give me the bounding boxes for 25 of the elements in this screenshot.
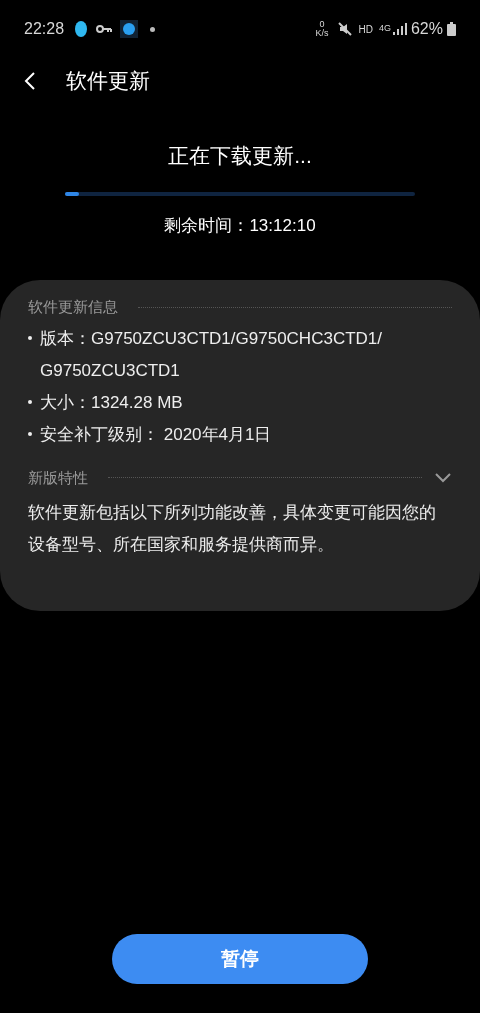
page-title: 软件更新	[66, 68, 150, 95]
info-item: 安全补丁级别： 2020年4月1日	[40, 423, 272, 446]
battery-icon	[447, 22, 456, 36]
network-speed: 0 K/s	[315, 20, 329, 38]
chevron-icon[interactable]	[434, 471, 452, 484]
key-icon	[96, 25, 113, 33]
remaining-time: 剩余时间：13:12:10	[164, 214, 316, 237]
info-item: 大小：1324.28 MB	[40, 391, 183, 414]
app-icon	[120, 20, 139, 38]
features-description: 软件更新包括以下所列功能改善，具体变更可能因您的设备型号、所在国家和服务提供商而异。	[28, 502, 437, 556]
clock: 22:28	[24, 19, 65, 39]
section-heading: 软件更新信息	[28, 297, 118, 317]
pause-button[interactable]: 暂停	[112, 934, 368, 984]
signal-icon	[392, 23, 407, 35]
bullet-icon	[28, 431, 32, 436]
section-heading: 新版特性	[28, 467, 88, 488]
bullet-icon	[28, 335, 32, 340]
download-status: 正在下载更新...	[168, 143, 312, 169]
dot-icon	[150, 26, 156, 32]
network-type: 4G	[378, 22, 391, 36]
battery-percent: 62%	[410, 19, 443, 39]
hd-indicator: HD	[358, 22, 373, 37]
bullet-icon	[28, 399, 32, 404]
mute-icon	[336, 21, 353, 37]
info-item: 版本：G9750ZCU3CTD1/G9750CHC3CTD1/ G9750ZCU3CTD1	[40, 327, 382, 382]
